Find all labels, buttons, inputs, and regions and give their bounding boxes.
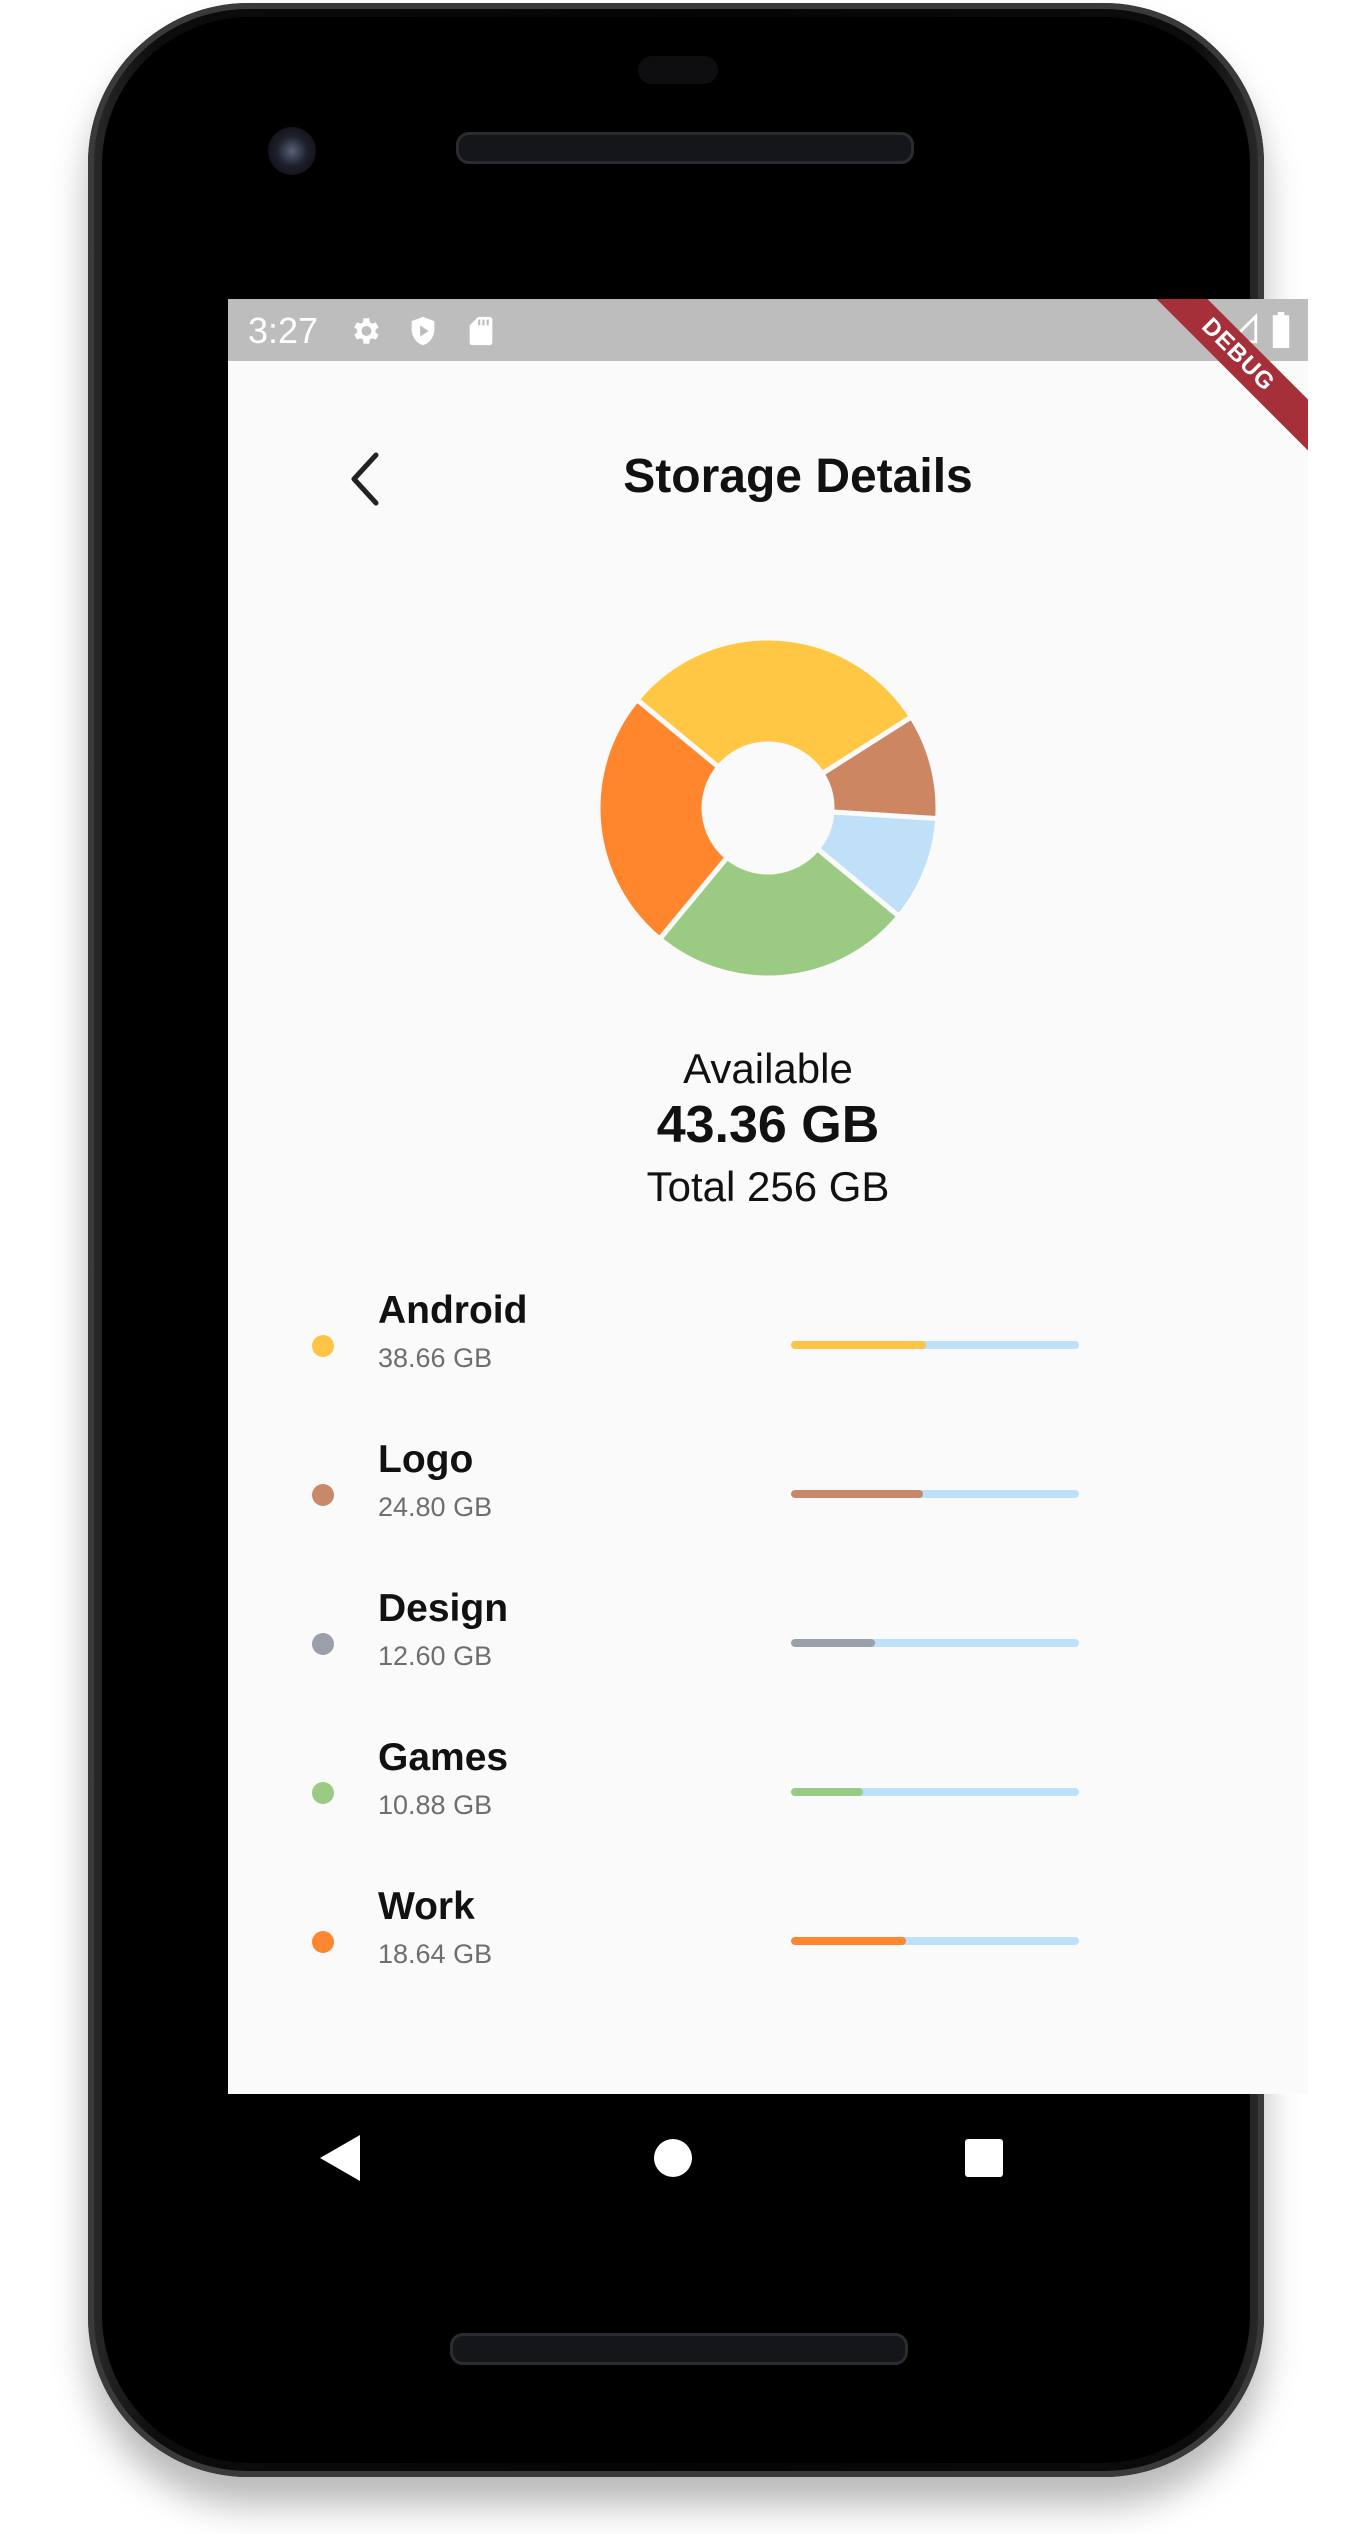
usage-progress-fill xyxy=(791,1788,863,1796)
category-color-dot xyxy=(312,1931,334,1953)
page-title: Storage Details xyxy=(623,450,973,503)
usage-progress-bar xyxy=(791,1937,1079,1945)
storage-item-name: Design xyxy=(378,1587,509,1630)
storage-item-android[interactable]: Android 38.66 GB xyxy=(228,1279,1308,1428)
category-color-dot xyxy=(312,1335,334,1357)
total-storage: Total 256 GB xyxy=(646,1163,890,1210)
available-value: 43.36 GB xyxy=(656,1096,880,1154)
storage-item-design[interactable]: Design 12.60 GB xyxy=(228,1577,1308,1726)
storage-item-size: 12.60 GB xyxy=(378,1641,493,1671)
storage-donut-chart xyxy=(595,635,941,981)
status-bar: 3:27 xyxy=(228,299,1308,361)
status-time: 3:27 xyxy=(248,310,319,351)
storage-item-games[interactable]: Games 10.88 GB xyxy=(228,1726,1308,1875)
usage-progress-bar xyxy=(791,1490,1079,1498)
category-color-dot xyxy=(312,1782,334,1804)
shield-play-icon xyxy=(411,316,435,346)
app-screen: 3:27 DEBUG Storage Details Available 43.… xyxy=(228,299,1308,2094)
proximity-sensor xyxy=(638,56,718,84)
battery-icon xyxy=(1272,312,1290,348)
usage-progress-bar xyxy=(791,1788,1079,1796)
usage-progress-fill xyxy=(791,1490,924,1498)
category-color-dot xyxy=(312,1633,334,1655)
phone-frame: 3:27 DEBUG Storage Details Available 43.… xyxy=(88,3,1308,2477)
sd-card-icon xyxy=(469,316,493,346)
nav-back-button[interactable] xyxy=(310,2128,370,2188)
front-camera xyxy=(268,127,316,175)
back-triangle-icon xyxy=(320,2135,360,2181)
storage-item-name: Games xyxy=(378,1736,509,1779)
recents-square-icon xyxy=(965,2139,1003,2177)
storage-item-logo[interactable]: Logo 24.80 GB xyxy=(228,1428,1308,1577)
nav-home-button[interactable] xyxy=(643,2128,703,2188)
storage-item-size: 18.64 GB xyxy=(378,1939,493,1969)
usage-progress-bar xyxy=(791,1639,1079,1647)
bottom-speaker xyxy=(450,2333,908,2365)
storage-item-name: Logo xyxy=(378,1438,474,1481)
usage-progress-fill xyxy=(791,1639,875,1647)
home-circle-icon xyxy=(654,2139,692,2177)
storage-item-name: Android xyxy=(378,1289,528,1332)
storage-item-size: 38.66 GB xyxy=(378,1343,493,1373)
app-bar: Storage Details xyxy=(228,429,1308,529)
usage-progress-bar xyxy=(791,1341,1079,1349)
earpiece-speaker xyxy=(456,132,914,164)
nav-recents-button[interactable] xyxy=(954,2128,1014,2188)
available-label: Available xyxy=(683,1045,853,1092)
status-icons-left xyxy=(348,314,498,348)
gear-icon xyxy=(354,318,379,344)
storage-item-size: 10.88 GB xyxy=(378,1790,493,1820)
storage-list: Android 38.66 GB Logo 24.80 GB Design 12.60 G… xyxy=(228,1279,1308,2024)
storage-item-size: 24.80 GB xyxy=(378,1492,493,1522)
storage-item-work[interactable]: Work 18.64 GB xyxy=(228,1875,1308,2024)
category-color-dot xyxy=(312,1484,334,1506)
usage-progress-fill xyxy=(791,1937,907,1945)
storage-item-name: Work xyxy=(378,1885,475,1928)
usage-progress-fill xyxy=(791,1341,927,1349)
